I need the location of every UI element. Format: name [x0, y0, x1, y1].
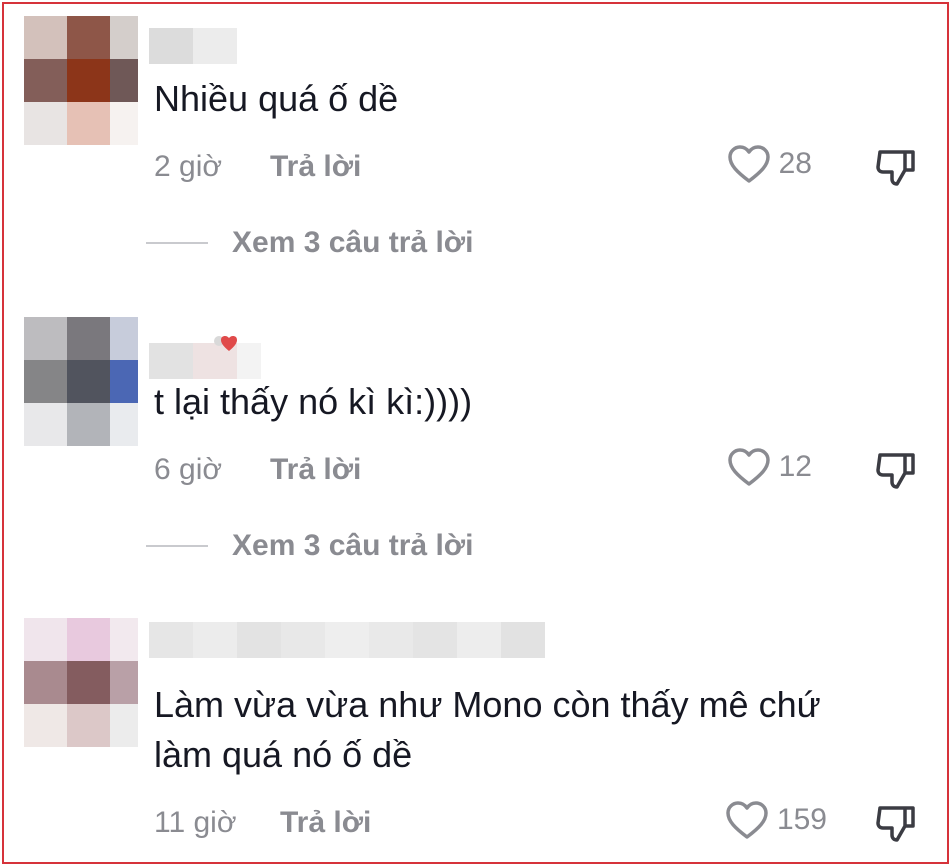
heart-outline-icon	[726, 801, 768, 839]
thumbs-down-icon	[876, 453, 915, 489]
reply-button[interactable]: Trả lời	[270, 150, 361, 184]
username-blurred[interactable]	[149, 343, 261, 379]
heart-outline-icon	[727, 448, 770, 486]
avatar[interactable]	[24, 16, 138, 145]
dislike-button[interactable]	[875, 802, 917, 849]
reply-button[interactable]: Trả lời	[270, 453, 361, 487]
comment-time: 2 giờ	[154, 150, 223, 183]
like-button[interactable]: 12	[727, 447, 812, 487]
thumbs-down-icon	[876, 806, 915, 842]
view-replies-button[interactable]: Xem 3 câu trả lời	[146, 226, 473, 260]
heart-badge-icon	[214, 336, 237, 351]
comment-text-line-2: làm quá nó ố dề	[154, 734, 413, 775]
view-replies-label: Xem 3 câu trả lời	[232, 529, 474, 562]
avatar[interactable]	[24, 317, 138, 446]
reply-button[interactable]: Trả lời	[280, 806, 371, 840]
dislike-button[interactable]	[875, 146, 917, 193]
avatar[interactable]	[24, 618, 138, 747]
thumbs-down-icon	[876, 150, 915, 186]
comment-time: 6 giờ	[154, 453, 223, 486]
comment-time: 11 giờ	[154, 806, 237, 839]
like-count: 159	[776, 803, 827, 836]
dislike-button[interactable]	[875, 449, 917, 496]
comment-list: Nhiều quá ố dề 2 giờ Trả lời 28 Xem 3 câ…	[2, 2, 949, 864]
like-count: 12	[778, 450, 812, 483]
username-blurred[interactable]	[149, 28, 237, 64]
like-button[interactable]: 159	[725, 800, 827, 840]
view-replies-label: Xem 3 câu trả lời	[232, 226, 474, 259]
comment-text: Nhiều quá ố dề	[154, 78, 399, 119]
divider	[146, 545, 208, 547]
comment-text: t lại thấy nó kì kì:))))	[154, 381, 473, 422]
comment-text-line-1: Làm vừa vừa như Mono còn thấy mê chứ	[154, 684, 821, 725]
like-count: 28	[778, 147, 812, 180]
view-replies-button[interactable]: Xem 3 câu trả lời	[146, 529, 473, 563]
divider	[146, 242, 208, 244]
like-button[interactable]: 28	[727, 144, 812, 184]
username-blurred[interactable]	[149, 622, 545, 658]
heart-outline-icon	[727, 145, 770, 183]
